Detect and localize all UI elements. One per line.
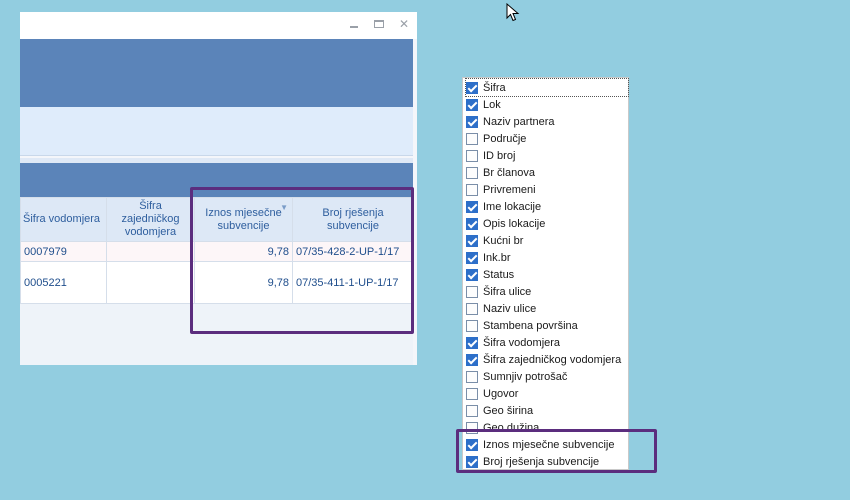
checkbox-icon[interactable] [466,234,478,247]
column-chooser-item-label: Geo širina [483,405,534,418]
column-chooser-item-label: Geo dužina [483,422,540,435]
column-chooser-item[interactable]: Privremeni [466,181,628,198]
column-header-sifra-zajednickog-vodomjera[interactable]: Šifra zajedničkog vodomjera [106,197,195,242]
column-chooser-item[interactable]: Naziv ulice [466,300,628,317]
column-chooser-item[interactable]: Stambena površina [466,317,628,334]
close-icon: ✕ [398,17,410,31]
minimize-button[interactable] [346,17,362,31]
column-chooser-item[interactable]: Naziv partnera [466,113,628,130]
column-chooser-item[interactable]: Geo dužina [466,420,628,437]
checkbox-icon[interactable] [466,439,478,452]
column-chooser-item[interactable]: Šifra vodomjera [466,334,628,351]
checkbox-icon[interactable] [466,285,478,298]
column-chooser-item-label: Šifra ulice [483,285,532,298]
checkbox-icon[interactable] [466,422,478,435]
column-chooser-item-label: Privremeni [483,183,536,196]
ribbon-bar [20,39,413,107]
column-chooser-item-label: Iznos mjesečne subvencije [483,439,615,452]
maximize-icon [374,20,384,28]
column-chooser-item[interactable]: Područje [466,130,628,147]
column-chooser-item-label: Šifra vodomjera [483,336,561,349]
checkbox-icon[interactable] [466,456,478,469]
column-chooser-item-label: Broj rješenja subvencije [483,456,600,469]
column-chooser-item-label: Sumnjiv potrošač [483,371,568,383]
column-chooser-item-label: Ime lokacije [483,200,542,213]
checkbox-icon[interactable] [466,166,478,179]
column-chooser-item[interactable]: Šifra ulice [466,283,628,300]
checkbox-icon[interactable] [466,319,478,332]
column-chooser-item[interactable]: Šifra [465,78,629,97]
checkbox-icon[interactable] [466,149,478,162]
column-chooser-item[interactable]: ID broj [466,147,628,164]
column-header-sifra-vodomjera[interactable]: Šifra vodomjera [20,197,107,242]
column-chooser-item-label: Područje [483,132,527,145]
checkbox-icon[interactable] [466,371,478,383]
title-bar: ✕ [20,12,417,39]
checkbox-icon[interactable] [466,81,478,94]
column-chooser-item-label: Lok [483,98,501,111]
column-chooser-item[interactable]: Status [466,266,628,283]
column-chooser-item-label: Šifra [483,81,506,94]
column-chooser-item-label: Ugovor [483,388,519,401]
column-header-broj-rjesenja-subvencije[interactable]: Broj rješenja subvencije [292,197,414,242]
checkbox-icon[interactable] [466,200,478,213]
cell-sifra-zajednickog-vodomjera[interactable] [106,241,195,262]
filter-icon[interactable]: ▼ [280,201,288,214]
column-chooser-item[interactable]: Sumnjiv potrošač [466,369,628,386]
column-chooser-item-label: Br članova [483,166,535,179]
column-chooser-item[interactable]: Kućni br [466,232,628,249]
column-chooser-item-label: Kućni br [483,234,524,247]
checkbox-icon[interactable] [466,302,478,315]
mouse-cursor-icon [506,3,520,22]
column-chooser-item[interactable]: Broj rješenja subvencije [466,454,628,471]
grid-group-panel [20,163,413,197]
column-chooser-item-label: Stambena površina [483,319,578,332]
column-chooser-list[interactable]: Šifra Lok Naziv partnera Područje ID broj Br … [462,77,629,470]
data-grid: Šifra vodomjera Šifra zajedničkog vodomj… [20,197,414,304]
column-chooser-item[interactable]: Iznos mjesečne subvencije [466,437,628,454]
table-row[interactable]: 0007979 9,78 07/35-428-2-UP-1/17 [20,241,414,262]
column-chooser-item-label: Naziv partnera [483,115,555,128]
minimize-icon [350,26,358,28]
column-chooser-item[interactable]: Br članova [466,164,628,181]
cell-sifra-vodomjera[interactable]: 0005221 [20,261,107,304]
column-header-iznos-mjesecne-subvencije[interactable]: ▼ Iznos mjesečne subvencije [194,197,293,242]
cell-iznos-subvencije[interactable]: 9,78 [194,241,293,262]
cell-iznos-subvencije[interactable]: 9,78 [194,261,293,304]
column-chooser-item[interactable]: Ime lokacije [466,198,628,215]
column-chooser-item-label: Naziv ulice [483,302,537,315]
column-chooser-item-label: Ink.br [483,251,511,264]
cell-broj-rjesenja[interactable]: 07/35-428-2-UP-1/17 [292,241,414,262]
close-button[interactable]: ✕ [396,17,412,31]
column-chooser-item[interactable]: Ugovor [466,386,628,403]
column-chooser-item[interactable]: Geo širina [466,403,628,420]
checkbox-icon[interactable] [466,217,478,230]
column-chooser-item-label: ID broj [483,149,516,162]
cell-sifra-zajednickog-vodomjera[interactable] [106,261,195,304]
checkbox-icon[interactable] [466,98,478,111]
checkbox-icon[interactable] [466,251,478,264]
checkbox-icon[interactable] [466,183,478,196]
checkbox-icon[interactable] [466,115,478,128]
column-chooser-item-label: Šifra zajedničkog vodomjera [483,353,622,366]
maximize-button[interactable] [371,17,387,31]
column-chooser-item-label: Opis lokacije [483,217,546,230]
checkbox-icon[interactable] [466,388,478,401]
checkbox-icon[interactable] [466,353,478,366]
column-chooser-item[interactable]: Šifra zajedničkog vodomjera [466,351,628,368]
table-row[interactable]: 0005221 9,78 07/35-411-1-UP-1/17 [20,261,414,304]
grid-empty-area [20,304,413,365]
column-chooser-item[interactable]: Ink.br [466,249,628,266]
cell-sifra-vodomjera[interactable]: 0007979 [20,241,107,262]
checkbox-icon[interactable] [466,268,478,281]
checkbox-icon[interactable] [466,132,478,145]
checkbox-icon[interactable] [466,405,478,418]
column-chooser-item[interactable]: Opis lokacije [466,215,628,232]
column-chooser-item-label: Status [483,268,515,281]
main-window: ✕ Šifra vodomjera Šifra zajedničkog vodo… [20,12,417,365]
filter-panel [20,107,413,156]
cell-broj-rjesenja[interactable]: 07/35-411-1-UP-1/17 [292,261,414,304]
checkbox-icon[interactable] [466,336,478,349]
column-chooser-item[interactable]: Lok [466,96,628,113]
